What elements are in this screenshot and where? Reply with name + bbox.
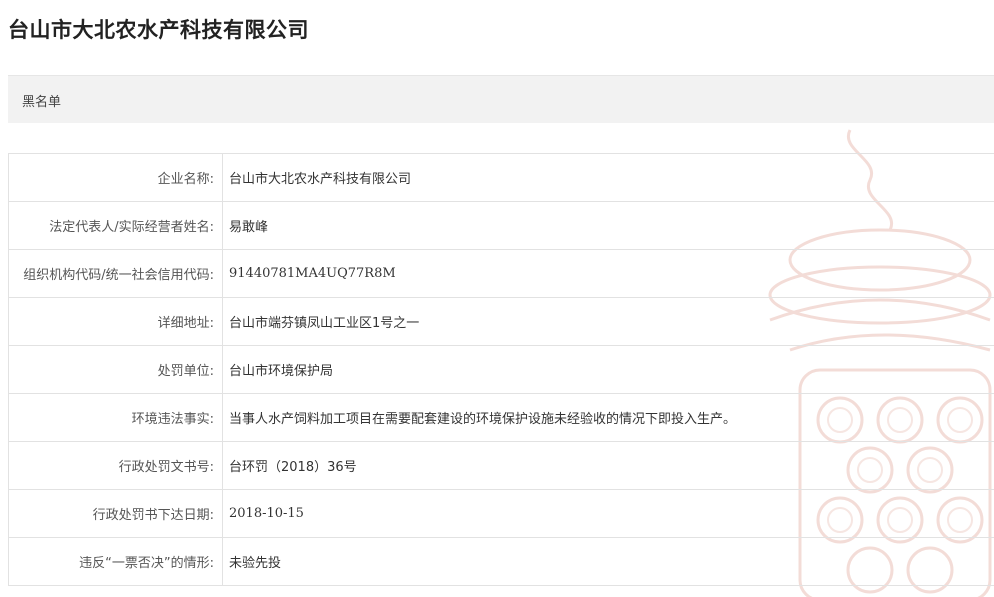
info-table: 企业名称: 台山市大北农水产科技有限公司 法定代表人/实际经营者姓名: 易敢峰 … — [8, 153, 994, 586]
field-label-company-name: 企业名称: — [8, 153, 223, 202]
field-label-issue-date: 行政处罚书下达日期: — [8, 489, 223, 538]
table-row: 详细地址: 台山市端芬镇凤山工业区1号之一 — [8, 297, 994, 346]
table-row: 组织机构代码/统一社会信用代码: 91440781MA4UQ77R8M — [8, 249, 994, 298]
field-label-credit-code: 组织机构代码/统一社会信用代码: — [8, 249, 223, 298]
field-value-issue-date: 2018-10-15 — [222, 489, 994, 538]
field-value-veto-violation: 未验先投 — [222, 537, 994, 586]
field-value-address: 台山市端芬镇凤山工业区1号之一 — [222, 297, 994, 346]
field-value-penalty-unit: 台山市环境保护局 — [222, 345, 994, 394]
section-header: 黑名单 — [8, 75, 994, 123]
field-label-penalty-unit: 处罚单位: — [8, 345, 223, 394]
field-label-veto-violation: 违反“一票否决”的情形: — [8, 537, 223, 586]
field-label-document-number: 行政处罚文书号: — [8, 441, 223, 490]
field-value-violation-facts: 当事人水产饲料加工项目在需要配套建设的环境保护设施未经验收的情况下即投入生产。 — [222, 393, 994, 442]
table-row: 行政处罚文书号: 台环罚（2018）36号 — [8, 441, 994, 490]
table-row: 环境违法事实: 当事人水产饲料加工项目在需要配套建设的环境保护设施未经验收的情况… — [8, 393, 994, 442]
table-row: 企业名称: 台山市大北农水产科技有限公司 — [8, 153, 994, 202]
table-row: 行政处罚书下达日期: 2018-10-15 — [8, 489, 994, 538]
table-row: 法定代表人/实际经营者姓名: 易敢峰 — [8, 201, 994, 250]
section-label: 黑名单 — [22, 95, 62, 110]
table-row: 违反“一票否决”的情形: 未验先投 — [8, 537, 994, 586]
page: 台山市大北农水产科技有限公司 黑名单 企业名称: 台山市大北农水产科技有限公司 … — [0, 0, 994, 597]
field-label-address: 详细地址: — [8, 297, 223, 346]
field-value-company-name: 台山市大北农水产科技有限公司 — [222, 153, 994, 202]
field-label-violation-facts: 环境违法事实: — [8, 393, 223, 442]
field-value-legal-rep: 易敢峰 — [222, 201, 994, 250]
page-title: 台山市大北农水产科技有限公司 — [8, 17, 309, 42]
field-label-legal-rep: 法定代表人/实际经营者姓名: — [8, 201, 223, 250]
field-value-credit-code: 91440781MA4UQ77R8M — [222, 249, 994, 298]
table-row: 处罚单位: 台山市环境保护局 — [8, 345, 994, 394]
field-value-document-number: 台环罚（2018）36号 — [222, 441, 994, 490]
